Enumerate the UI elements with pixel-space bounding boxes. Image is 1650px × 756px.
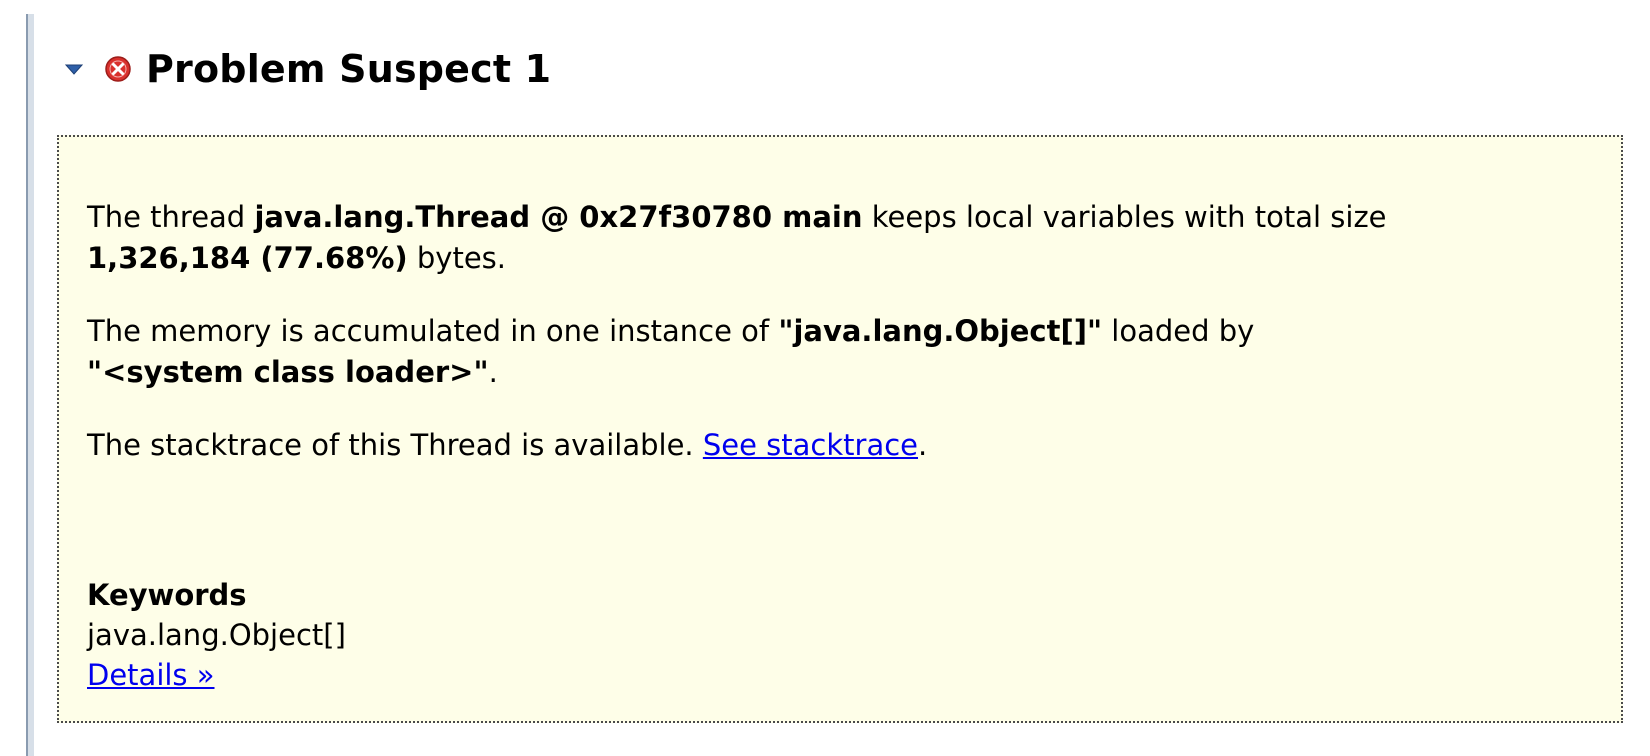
keywords-section: Keywords java.lang.Object[] Details » [87, 575, 346, 695]
text: keeps local variables with total size [862, 200, 1387, 234]
class-loader: "<system class loader>" [87, 355, 489, 389]
accumulating-class: "java.lang.Object[]" [778, 314, 1103, 348]
keywords-heading: Keywords [87, 578, 247, 612]
see-stacktrace-link[interactable]: See stacktrace [703, 428, 918, 462]
text: . [918, 428, 928, 462]
keyword-value: java.lang.Object[] [87, 618, 346, 652]
retained-size: 1,326,184 (77.68%) [87, 241, 408, 275]
chevron-down-icon[interactable] [62, 57, 86, 81]
text: . [488, 355, 498, 389]
left-border-bar [26, 14, 34, 756]
stacktrace-paragraph: The stacktrace of this Thread is availab… [87, 425, 1587, 466]
text: The memory is accumulated in one instanc… [87, 314, 779, 348]
memory-accumulation-paragraph: The memory is accumulated in one instanc… [87, 311, 1587, 393]
problem-description-panel: The thread java.lang.Thread @ 0x27f30780… [57, 135, 1623, 723]
text: The stacktrace of this Thread is availab… [87, 428, 703, 462]
text: bytes. [407, 241, 506, 275]
description-content: The thread java.lang.Thread @ 0x27f30780… [87, 197, 1587, 466]
section-header: Problem Suspect 1 [62, 44, 551, 94]
thread-name: java.lang.Thread @ 0x27f30780 main [254, 200, 863, 234]
error-icon [104, 55, 132, 83]
details-link[interactable]: Details » [87, 658, 215, 692]
text: loaded by [1102, 314, 1255, 348]
section-title: Problem Suspect 1 [146, 47, 552, 91]
thread-summary-paragraph: The thread java.lang.Thread @ 0x27f30780… [87, 197, 1587, 279]
text: The thread [87, 200, 255, 234]
